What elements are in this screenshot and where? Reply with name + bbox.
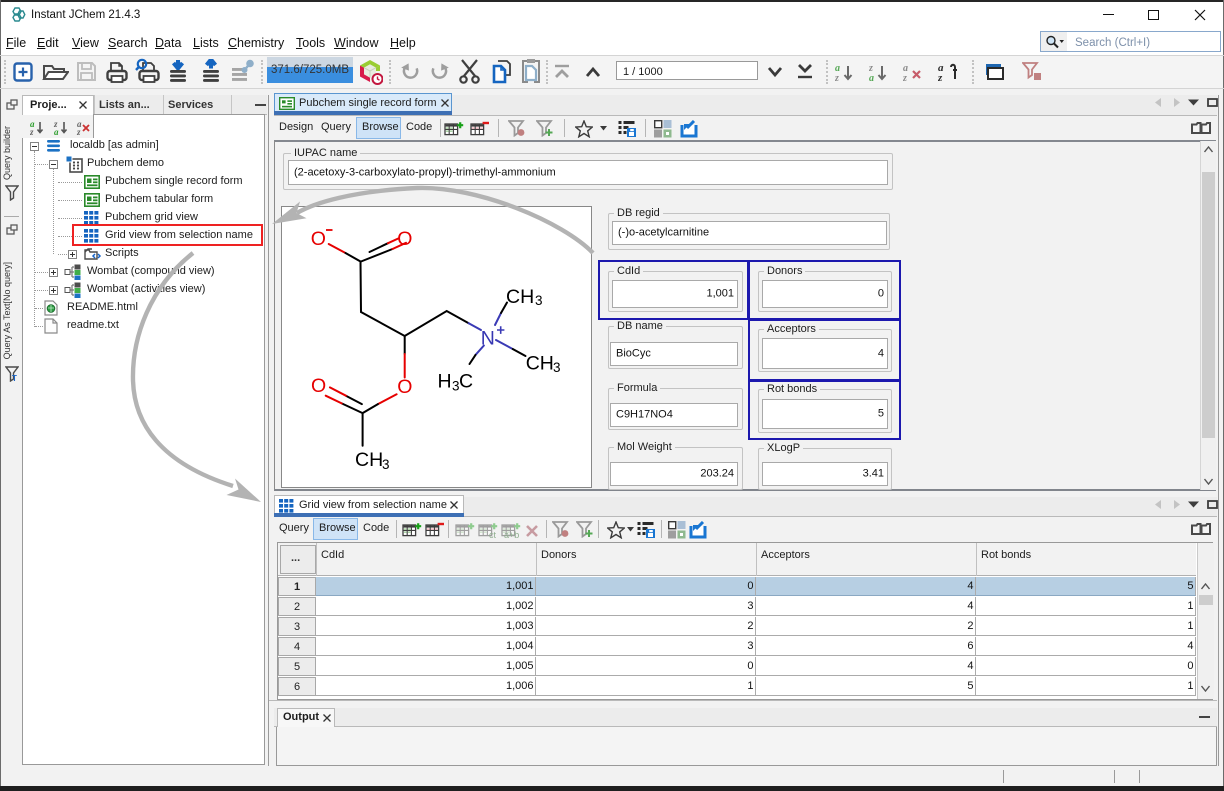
svg-text:3: 3 <box>382 457 390 472</box>
svg-text:CH: CH <box>355 449 383 471</box>
svg-text:z: z <box>903 73 907 83</box>
svg-text:z: z <box>30 127 34 136</box>
svg-text:O: O <box>397 376 412 398</box>
svg-text:O: O <box>311 228 326 250</box>
svg-text:N: N <box>481 328 495 350</box>
svg-text:3: 3 <box>535 293 543 308</box>
svg-text:a: a <box>54 127 59 136</box>
svg-text:O: O <box>311 375 326 397</box>
svg-text:CH: CH <box>506 286 534 308</box>
svg-text:H: H <box>438 371 452 393</box>
svg-text:z: z <box>76 127 81 136</box>
svg-text:3: 3 <box>553 360 561 375</box>
svg-text:z: z <box>835 73 839 83</box>
svg-text:C: C <box>459 371 473 393</box>
svg-text:a: a <box>869 73 874 83</box>
svg-text:T: T <box>12 374 17 382</box>
svg-text:O: O <box>397 228 412 250</box>
svg-text:CH: CH <box>526 353 554 375</box>
svg-text:z: z <box>938 72 943 83</box>
